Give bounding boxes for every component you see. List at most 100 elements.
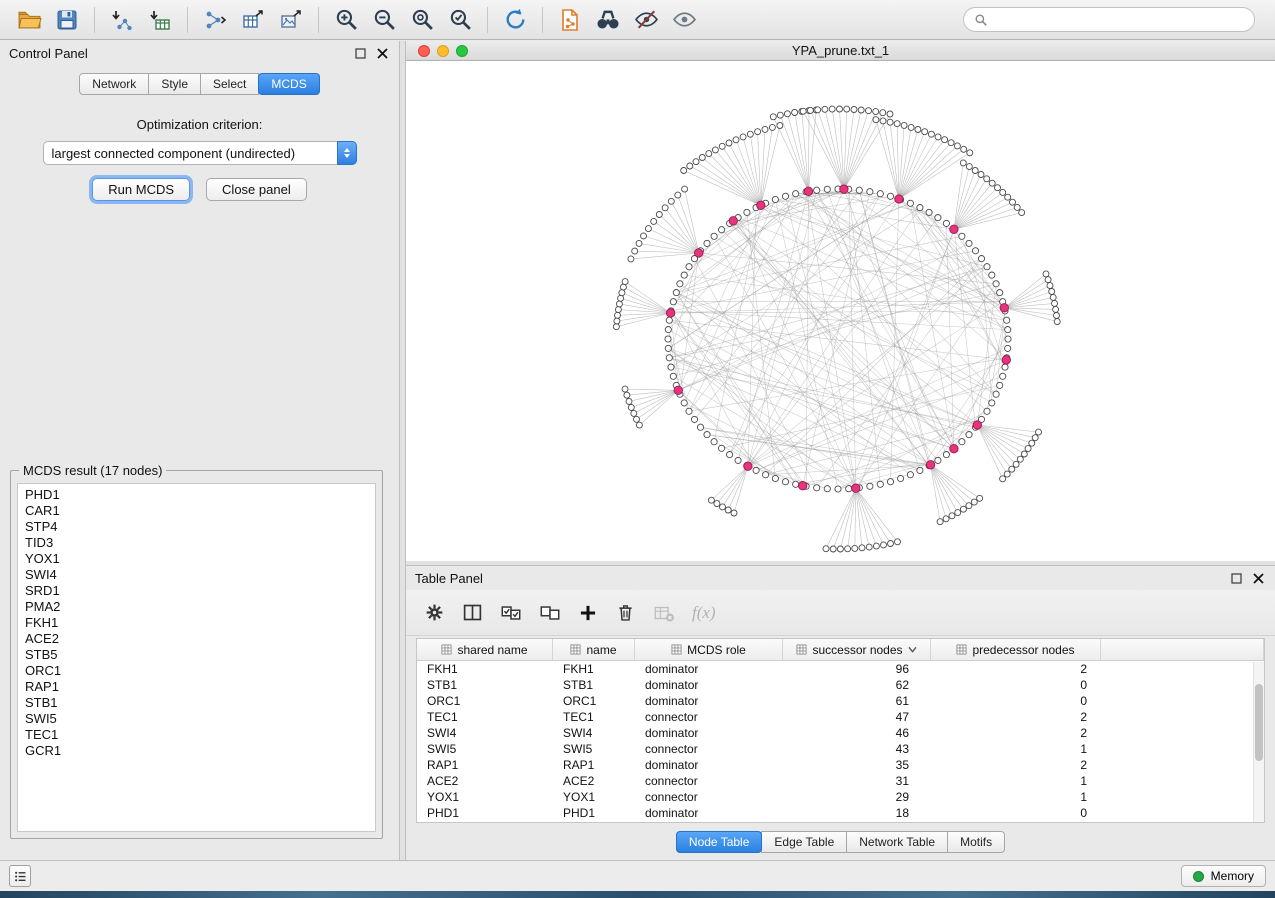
table-vertical-scrollbar[interactable] bbox=[1253, 662, 1264, 822]
mcds-list-item[interactable]: SRD1 bbox=[25, 583, 375, 599]
close-panel-action-button[interactable]: Close panel bbox=[206, 178, 307, 201]
table-row[interactable]: SWI4SWI4dominator462 bbox=[417, 725, 1264, 741]
mcds-list-item[interactable]: CAR1 bbox=[25, 503, 375, 519]
mcds-list-item[interactable]: STB5 bbox=[25, 647, 375, 663]
status-menu-button[interactable] bbox=[9, 865, 31, 887]
table-cell: dominator bbox=[635, 757, 783, 773]
float-panel-button[interactable] bbox=[352, 45, 368, 61]
refresh-view-button[interactable] bbox=[496, 4, 534, 36]
table-row[interactable]: FKH1FKH1dominator962 bbox=[417, 661, 1264, 677]
table-cell: ACE2 bbox=[417, 773, 553, 789]
toggle-graphics-details-button[interactable] bbox=[627, 4, 665, 36]
memory-button[interactable]: Memory bbox=[1181, 865, 1266, 887]
vertical-splitter[interactable] bbox=[399, 41, 406, 861]
import-table-button[interactable] bbox=[141, 4, 179, 36]
mcds-list-item[interactable]: SWI5 bbox=[25, 711, 375, 727]
import-network-button[interactable] bbox=[103, 4, 141, 36]
save-session-button[interactable] bbox=[48, 4, 86, 36]
tab-edge-table[interactable]: Edge Table bbox=[761, 831, 847, 853]
zoom-in-button[interactable] bbox=[327, 4, 365, 36]
zoom-selected-button[interactable] bbox=[441, 4, 479, 36]
mcds-list-item[interactable]: YOX1 bbox=[25, 551, 375, 567]
table-cell: connector bbox=[635, 773, 783, 789]
mcds-list-item[interactable]: ACE2 bbox=[25, 631, 375, 647]
column-header-mcds-role[interactable]: MCDS role bbox=[635, 639, 783, 661]
scrollbar-thumb[interactable] bbox=[1255, 684, 1263, 761]
export-network-button[interactable] bbox=[196, 4, 234, 36]
search-input[interactable] bbox=[994, 12, 1244, 27]
mcds-list-item[interactable]: STB1 bbox=[25, 695, 375, 711]
column-header-name[interactable]: name bbox=[553, 639, 635, 661]
table-row[interactable]: STB1STB1dominator620 bbox=[417, 677, 1264, 693]
control-panel-header: Control Panel bbox=[0, 41, 399, 65]
tab-network[interactable]: Network bbox=[79, 73, 149, 95]
run-mcds-button[interactable]: Run MCDS bbox=[92, 178, 190, 201]
mcds-list-item[interactable]: PHD1 bbox=[25, 487, 375, 503]
export-image-icon bbox=[279, 8, 303, 32]
zoom-fit-button[interactable] bbox=[403, 4, 441, 36]
mcds-result-legend: MCDS result (17 nodes) bbox=[19, 463, 166, 478]
network-view-window: YPA_prune.txt_1 bbox=[406, 41, 1275, 561]
show-columns-button[interactable] bbox=[462, 602, 483, 623]
table-row[interactable]: YOX1YOX1connector291 bbox=[417, 789, 1264, 805]
select-all-columns-button[interactable] bbox=[500, 602, 522, 624]
mcds-list-item[interactable]: RAP1 bbox=[25, 679, 375, 695]
network-window-titlebar[interactable]: YPA_prune.txt_1 bbox=[406, 41, 1275, 61]
float-table-panel-button[interactable] bbox=[1228, 570, 1244, 586]
mcds-list-item[interactable]: TID3 bbox=[25, 535, 375, 551]
minimize-window-icon[interactable] bbox=[437, 45, 449, 57]
export-image-button[interactable] bbox=[272, 4, 310, 36]
close-table-panel-button[interactable] bbox=[1250, 570, 1266, 586]
table-row[interactable]: ORC1ORC1dominator610 bbox=[417, 693, 1264, 709]
table-row[interactable]: TEC1TEC1connector472 bbox=[417, 709, 1264, 725]
mcds-list-item[interactable]: STP4 bbox=[25, 519, 375, 535]
toolbar-separator bbox=[187, 7, 188, 33]
tab-style[interactable]: Style bbox=[148, 73, 201, 95]
close-panel-button[interactable] bbox=[374, 45, 390, 61]
table-cell: TEC1 bbox=[553, 709, 635, 725]
mcds-list-item[interactable]: ORC1 bbox=[25, 663, 375, 679]
mcds-list-item[interactable]: GCR1 bbox=[25, 743, 375, 759]
find-button[interactable] bbox=[589, 4, 627, 36]
close-window-icon[interactable] bbox=[418, 45, 430, 57]
mcds-list-item[interactable]: TEC1 bbox=[25, 727, 375, 743]
table-row[interactable]: SWI5SWI5connector431 bbox=[417, 741, 1264, 757]
eye-icon bbox=[672, 7, 697, 32]
table-row[interactable]: ACE2ACE2connector311 bbox=[417, 773, 1264, 789]
network-canvas[interactable] bbox=[406, 61, 1275, 561]
delete-column-button[interactable] bbox=[615, 602, 636, 623]
network-canvas-svg[interactable] bbox=[406, 61, 1275, 561]
memory-status-icon bbox=[1193, 871, 1204, 882]
tab-node-table[interactable]: Node Table bbox=[676, 831, 763, 853]
export-table-button[interactable] bbox=[234, 4, 272, 36]
show-hide-annotations-button[interactable] bbox=[665, 4, 703, 36]
refresh-icon bbox=[503, 7, 528, 32]
network-from-document-button[interactable] bbox=[551, 4, 589, 36]
column-header-shared-name[interactable]: shared name bbox=[417, 639, 553, 661]
column-header-successor-nodes[interactable]: successor nodes bbox=[783, 639, 931, 661]
table-grid-icon bbox=[796, 644, 807, 655]
table-row[interactable]: RAP1RAP1dominator352 bbox=[417, 757, 1264, 773]
column-header-predecessor-nodes[interactable]: predecessor nodes bbox=[931, 639, 1101, 661]
criterion-dropdown[interactable]: largest connected component (undirected) bbox=[43, 141, 357, 165]
table-cell: 61 bbox=[783, 693, 931, 709]
zoom-out-button[interactable] bbox=[365, 4, 403, 36]
eye-slash-icon bbox=[634, 7, 659, 32]
delete-table-button[interactable] bbox=[653, 602, 675, 624]
mcds-list-item[interactable]: PMA2 bbox=[25, 599, 375, 615]
maximize-window-icon[interactable] bbox=[456, 45, 468, 57]
tab-select[interactable]: Select bbox=[200, 73, 259, 95]
table-row[interactable]: PHD1PHD1dominator180 bbox=[417, 805, 1264, 821]
mcds-list-item[interactable]: FKH1 bbox=[25, 615, 375, 631]
mcds-result-list[interactable]: PHD1CAR1STP4TID3YOX1SWI4SRD1PMA2FKH1ACE2… bbox=[17, 483, 376, 832]
function-builder-button[interactable]: f(x) bbox=[692, 603, 716, 623]
open-file-button[interactable] bbox=[10, 4, 48, 36]
table-panel-header: Table Panel bbox=[406, 566, 1275, 590]
mcds-list-item[interactable]: SWI4 bbox=[25, 567, 375, 583]
unselect-all-columns-button[interactable] bbox=[539, 602, 561, 624]
table-settings-button[interactable] bbox=[424, 602, 445, 623]
tab-mcds[interactable]: MCDS bbox=[258, 73, 319, 95]
tab-network-table[interactable]: Network Table bbox=[846, 831, 948, 853]
tab-motifs[interactable]: Motifs bbox=[947, 831, 1005, 853]
create-column-button[interactable] bbox=[578, 603, 598, 623]
